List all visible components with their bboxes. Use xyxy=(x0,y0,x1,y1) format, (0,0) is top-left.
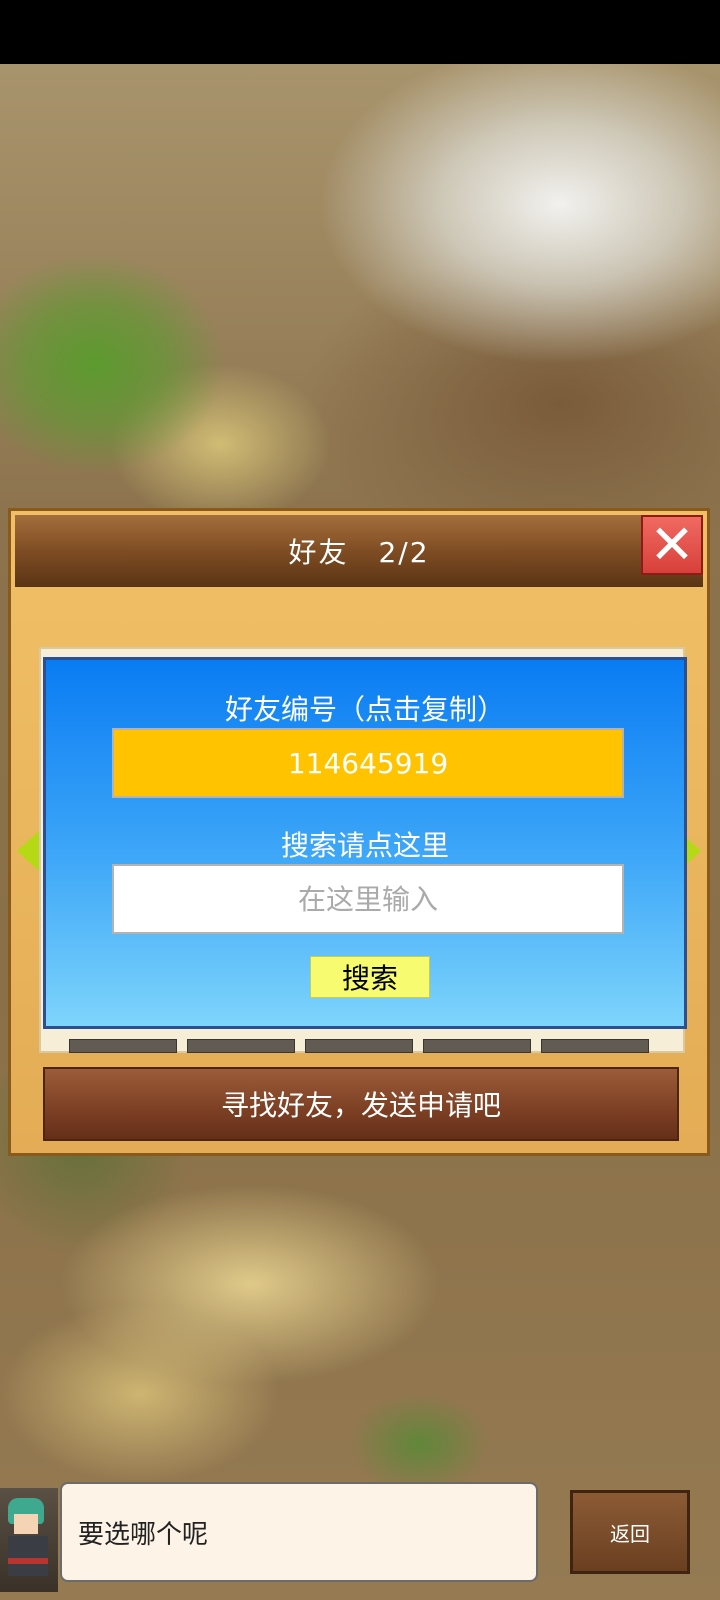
friend-search-input[interactable] xyxy=(112,864,624,934)
dialog-header: 好友 2/2 xyxy=(15,515,703,587)
friend-search-panel: 好友编号（点击复制） 114645919 搜索请点这里 搜索 xyxy=(43,657,687,1029)
speech-text: 要选哪个呢 xyxy=(78,1520,209,1550)
close-icon: ✕ xyxy=(649,513,695,576)
search-hint: 搜索请点这里 xyxy=(280,829,449,862)
speech-bubble: 要选哪个呢 xyxy=(60,1482,538,1582)
search-button[interactable]: 搜索 xyxy=(310,956,430,998)
page-slot-5 xyxy=(541,1039,649,1053)
dialog-title-text: 好友 xyxy=(288,536,349,569)
close-button[interactable]: ✕ xyxy=(641,515,703,575)
friends-dialog: 好友 2/2 ✕ 好友编号（点击复制） 114645919 搜索请点这里 搜索 寻… xyxy=(8,508,710,1156)
status-bar xyxy=(0,0,720,64)
page-slot-2 xyxy=(187,1039,295,1053)
friend-id-label: 好友编号（点击复制） xyxy=(224,693,505,726)
arrow-left-icon[interactable] xyxy=(17,831,39,871)
dialog-title: 好友 2/2 xyxy=(288,531,429,571)
info-message: 寻找好友，发送申请吧 xyxy=(43,1067,679,1141)
friend-id-copy-button[interactable]: 114645919 xyxy=(112,728,624,798)
character-avatar xyxy=(0,1488,58,1592)
page-indicator: 2/2 xyxy=(378,536,430,569)
page-slot-4 xyxy=(423,1039,531,1053)
avatar-body xyxy=(8,1536,48,1576)
avatar-face xyxy=(14,1514,38,1534)
page-slot-3 xyxy=(305,1039,413,1053)
avatar-belt xyxy=(8,1558,48,1564)
back-button[interactable]: 返回 xyxy=(570,1490,690,1574)
page-slot-1 xyxy=(69,1039,177,1053)
